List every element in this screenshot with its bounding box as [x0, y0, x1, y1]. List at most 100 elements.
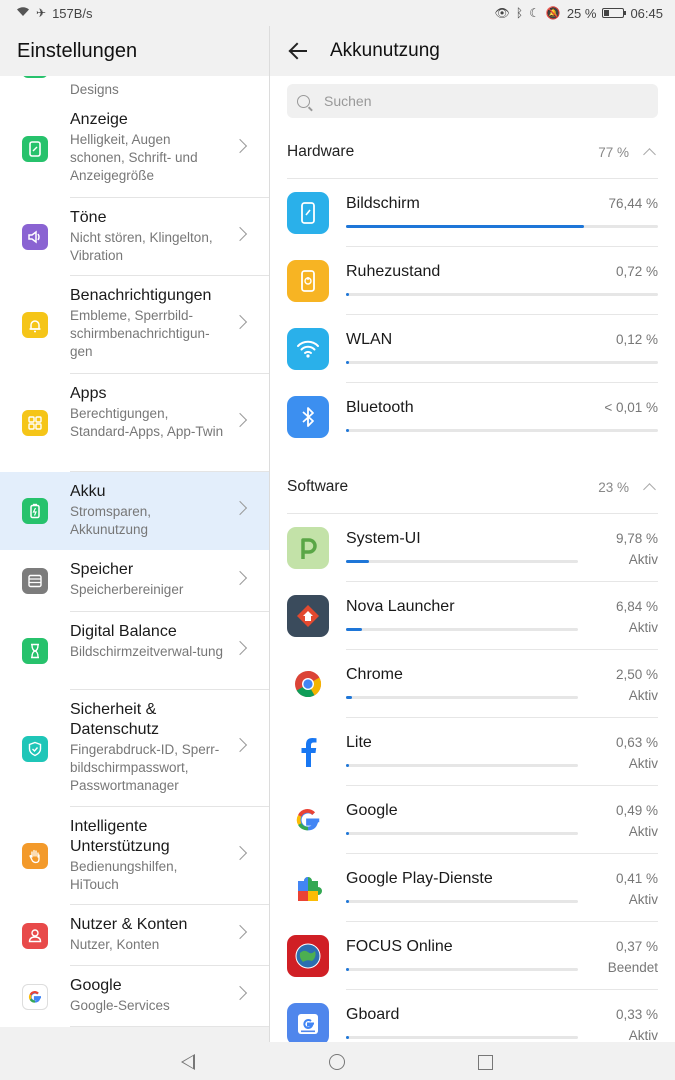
section-software[interactable]: Software 23 % [287, 461, 658, 514]
bell-off-icon: 🔕 [545, 6, 561, 20]
usage-row[interactable]: Bildschirm 76,44 % [287, 179, 675, 247]
settings-item-sub: Stromsparen, Akkunutzung [70, 504, 152, 537]
app-state: Aktiv [628, 892, 658, 907]
settings-item-benachrichtigungen[interactable]: Benachrichtigungen Embleme, Sperrbild-sc… [0, 276, 269, 374]
usage-name: Chrome [346, 666, 403, 683]
usage-bar [346, 361, 658, 364]
gboard-icon [287, 1003, 329, 1042]
battery-icon [22, 498, 48, 524]
section-hardware[interactable]: Hardware 77 % [287, 126, 658, 179]
chevron-up-icon[interactable] [643, 148, 656, 161]
usage-row[interactable]: Nova Launcher 6,84 % Aktiv [287, 582, 675, 650]
chevron-right-icon [232, 737, 248, 753]
settings-item-nutzer-konten[interactable]: Nutzer & Konten Nutzer, Konten [0, 905, 269, 966]
chevron-right-icon [232, 570, 248, 585]
nav-back-icon[interactable] [181, 1054, 195, 1070]
settings-item-sicherheit[interactable]: Sicherheit & Datenschutz Fingerabdruck-I… [0, 690, 269, 807]
usage-row[interactable]: Lite 0,63 % Aktiv [287, 718, 675, 786]
usage-bar [346, 900, 578, 903]
shield-icon [22, 735, 48, 762]
usage-bar [346, 764, 578, 767]
usage-percent: 0,37 % [615, 939, 658, 954]
settings-item-title: Speicher [70, 561, 134, 578]
settings-item-toene[interactable]: Töne Nicht stören, Klingelton, Vibration [0, 198, 269, 276]
chevron-right-icon [232, 412, 248, 427]
usage-name: Lite [346, 734, 372, 751]
settings-item-google[interactable]: Google Google-Services [0, 966, 269, 1027]
nav-home-icon[interactable] [329, 1054, 345, 1070]
section-value-wrap: 77 % [598, 145, 656, 161]
settings-item-title: Töne [70, 209, 107, 226]
usage-bar-fill [346, 293, 349, 296]
settings-title: Einstellungen [0, 26, 269, 76]
usage-percent: 0,41 % [615, 871, 658, 886]
usage-bar [346, 293, 658, 296]
facebook-icon [287, 731, 329, 773]
settings-item-sub: Speicherbereiniger [70, 582, 184, 597]
storage-icon [22, 568, 48, 594]
settings-item-anzeige[interactable]: Anzeige Helligkeit, Augen schonen, Schri… [0, 100, 269, 198]
usage-row[interactable]: Google Play-Dienste 0,41 % Aktiv [287, 854, 675, 922]
usage-row[interactable]: FOCUS Online 0,37 % Beendet [287, 922, 675, 990]
search-input[interactable] [322, 92, 606, 110]
chrome-icon [287, 663, 329, 705]
settings-item-title: Anzeige [70, 111, 128, 128]
usage-percent: 0,63 % [615, 735, 658, 750]
usage-percent: 76,44 % [608, 196, 658, 211]
app-state: Beendet [607, 960, 658, 975]
app-state: Aktiv [628, 688, 658, 703]
back-arrow-icon[interactable] [288, 41, 308, 61]
usage-row[interactable]: Google 0,49 % Aktiv [287, 786, 675, 854]
eye-comfort-icon: 👁 [494, 6, 510, 20]
search-bar[interactable] [287, 84, 658, 118]
airplane-icon: ✈ [36, 6, 47, 20]
settings-item-apps[interactable]: Apps Berechtigungen, Standard-Apps, App-… [0, 374, 269, 472]
settings-item-title: Google [70, 977, 122, 994]
usage-row[interactable]: WLAN 0,12 % [287, 315, 675, 383]
chevron-up-icon[interactable] [643, 483, 656, 496]
settings-item-speicher[interactable]: Speicher Speicherbereiniger [0, 550, 269, 612]
usage-bar [346, 560, 578, 563]
chevron-right-icon [232, 138, 248, 153]
software-list: System-UI 9,78 % Aktiv Nova Launcher 6,8… [270, 514, 675, 1042]
usage-row[interactable]: Chrome 2,50 % Aktiv [287, 650, 675, 718]
battery-status-icon [602, 8, 627, 18]
settings-item-digital-balance[interactable]: Digital Balance Bildschirmzeitverwal-tun… [0, 612, 269, 690]
wifi-icon [287, 328, 329, 370]
speaker-icon [22, 224, 48, 250]
settings-item-intelligente-unterstuetzung[interactable]: Intelligente Unterstützung Bedienungshil… [0, 807, 269, 905]
app-state: Aktiv [628, 756, 658, 771]
battery-usage-pane: Akkunutzung Hardware 77 % Bildschirm 76,… [270, 26, 675, 1042]
usage-row[interactable]: Ruhezustand 0,72 % [287, 247, 675, 315]
usage-row[interactable]: Gboard 0,33 % Aktiv [287, 990, 675, 1042]
chevron-right-icon [232, 924, 248, 940]
settings-item-title: Akku [70, 483, 106, 500]
usage-percent: 0,12 % [615, 332, 658, 347]
chevron-right-icon [232, 314, 248, 329]
standby-icon [287, 260, 329, 302]
settings-item-akku[interactable]: Akku Stromsparen, Akkunutzung [0, 472, 269, 550]
page-title: Akkunutzung [330, 40, 440, 61]
usage-percent: 0,49 % [615, 803, 658, 818]
bluetooth-icon [287, 396, 329, 438]
usage-bar-fill [346, 764, 349, 767]
settings-pane: Einstellungen Designs Anzeige Helligkeit… [0, 26, 269, 1042]
nav-recents-icon[interactable] [478, 1055, 493, 1070]
bell-icon [22, 312, 48, 338]
battery-percent: 25 % [566, 5, 597, 21]
usage-row[interactable]: Bluetooth < 0,01 % [287, 383, 675, 451]
app-state: Aktiv [628, 552, 658, 567]
usage-percent: 0,72 % [615, 264, 658, 279]
app-state: Aktiv [628, 620, 658, 635]
usage-bar [346, 832, 578, 835]
usage-bar-fill [346, 560, 369, 563]
usage-name: Nova Launcher [346, 598, 455, 615]
usage-bar [346, 968, 578, 971]
chevron-right-icon [232, 640, 248, 655]
settings-item-sub: Nicht stören, Klingelton, Vibration [70, 230, 213, 263]
phone-screen-icon [287, 192, 329, 234]
settings-item-title: Apps [70, 385, 107, 402]
usage-row[interactable]: System-UI 9,78 % Aktiv [287, 514, 675, 582]
settings-item-sub: Bildschirmzeitverwal-tung [70, 644, 224, 659]
hand-icon [22, 843, 48, 869]
